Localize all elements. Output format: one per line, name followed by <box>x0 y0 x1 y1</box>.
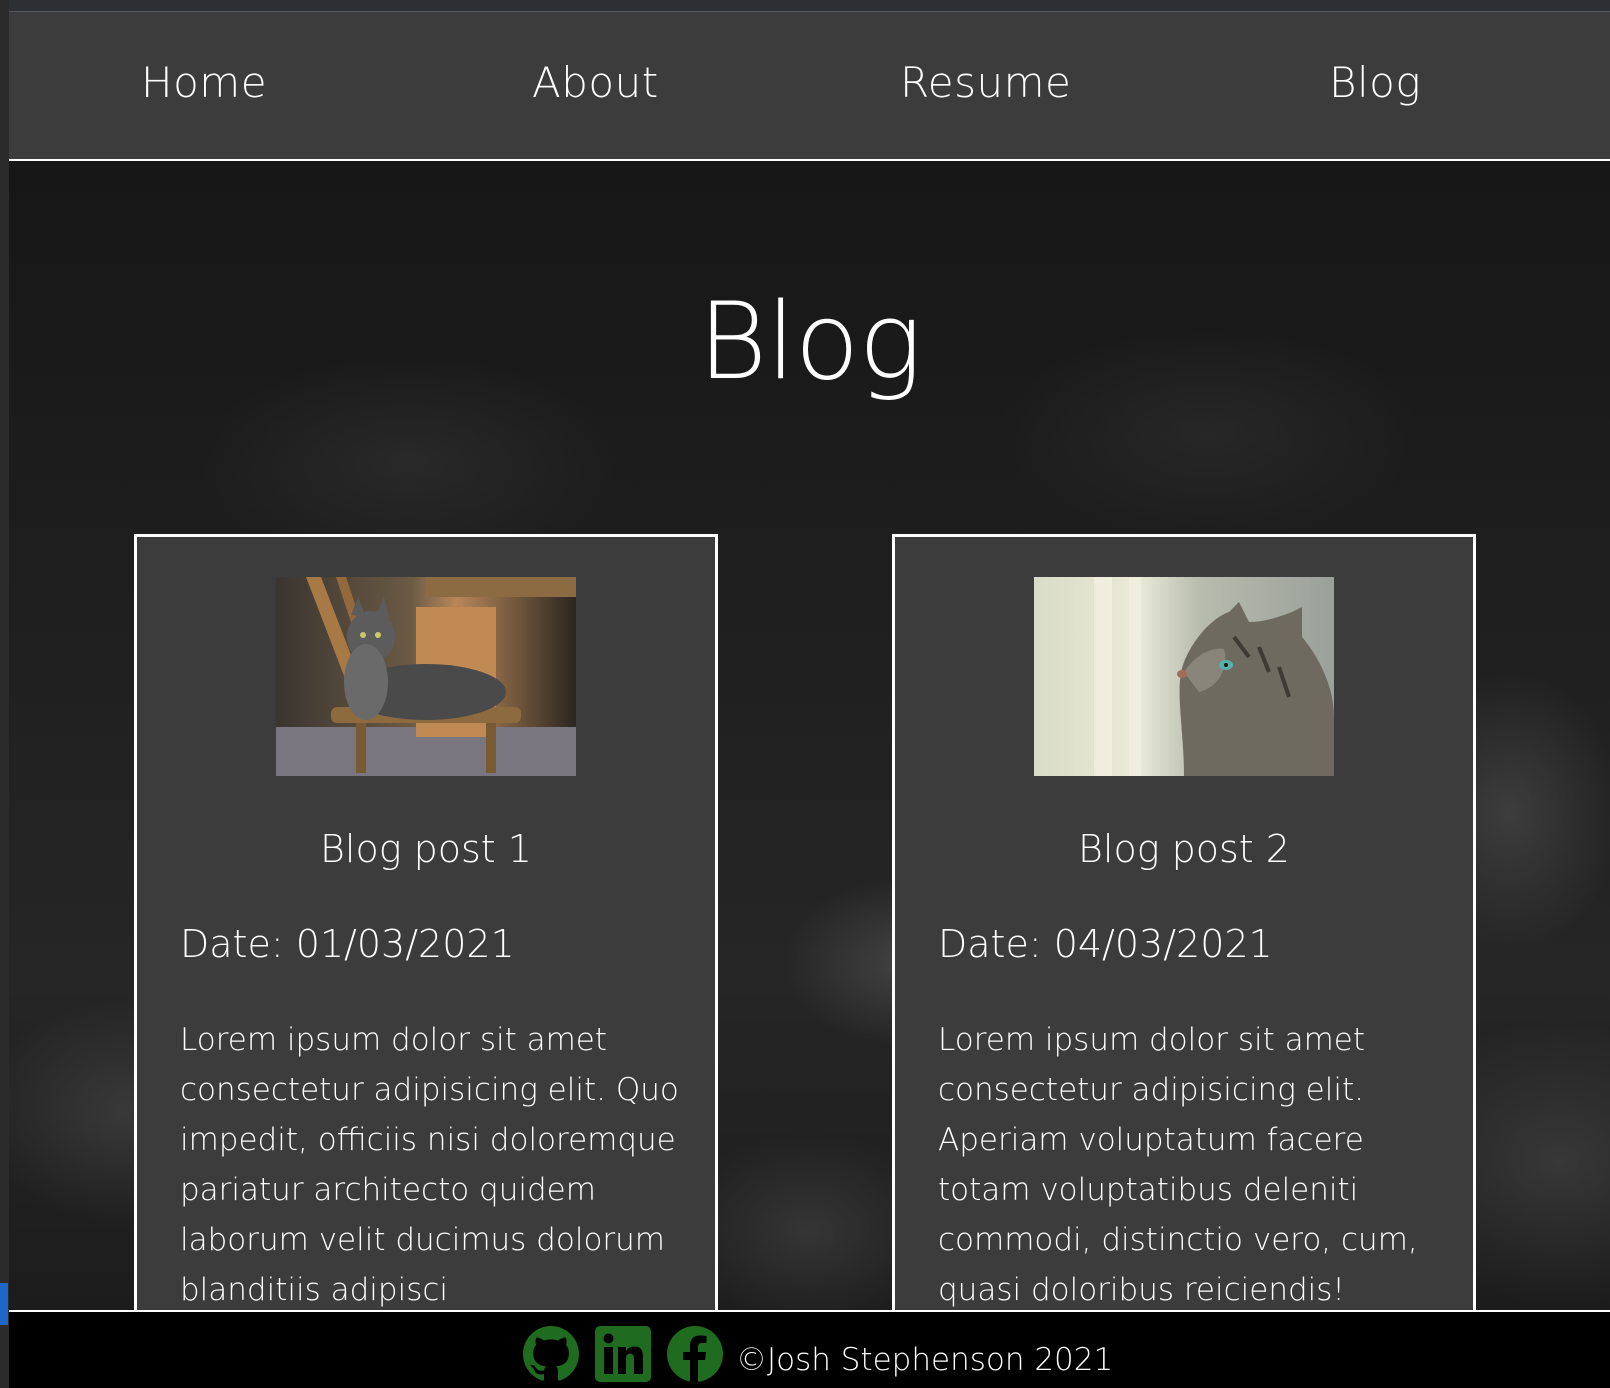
cat-looking-up-photo <box>1034 577 1334 776</box>
site-footer: ©Josh Stephenson 2021 <box>9 1310 1610 1388</box>
nav-home[interactable]: Home <box>141 58 267 107</box>
blog-post-card-2: Blog post 2 Date: 04/03/2021 Lorem ipsum… <box>892 534 1476 1354</box>
nav-about[interactable]: About <box>532 58 659 107</box>
post-title[interactable]: Blog post 1 <box>137 827 715 871</box>
post-excerpt: Lorem ipsum dolor sit amet consectetur a… <box>938 1022 1418 1308</box>
github-icon[interactable] <box>523 1326 579 1382</box>
facebook-icon[interactable] <box>667 1326 723 1382</box>
blog-post-card-1: Blog post 1 Date: 01/03/2021 Lorem ipsum… <box>134 534 718 1354</box>
post-date: Date: 04/03/2021 <box>938 922 1273 966</box>
window-top-bar <box>9 0 1610 12</box>
nav-blog[interactable]: Blog <box>1329 58 1421 107</box>
nav-resume[interactable]: Resume <box>900 58 1071 107</box>
linkedin-icon[interactable] <box>595 1326 651 1382</box>
cat-on-chair-photo <box>276 577 576 776</box>
browser-window: Home About Resume Blog Blog Blog post 1 … <box>0 0 1610 1388</box>
page-title: Blog <box>697 280 922 403</box>
copyright-text: ©Josh Stephenson 2021 <box>736 1342 1114 1378</box>
post-date: Date: 01/03/2021 <box>180 922 515 966</box>
page-viewport: Home About Resume Blog Blog Blog post 1 … <box>9 12 1610 1388</box>
top-navigation: Home About Resume Blog <box>9 12 1610 161</box>
side-strip-marker <box>0 1283 8 1325</box>
post-excerpt: Lorem ipsum dolor sit amet consectetur a… <box>180 1022 679 1308</box>
post-title[interactable]: Blog post 2 <box>895 827 1473 871</box>
